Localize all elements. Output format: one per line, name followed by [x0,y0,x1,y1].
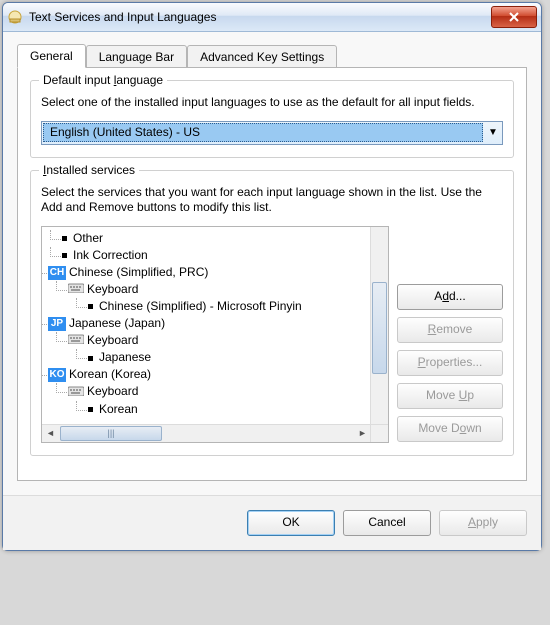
services-tree[interactable]: Other Ink Correction CHChinese (Simplifi… [41,226,389,443]
tree-layout[interactable]: Chinese (Simplified) - Microsoft Pinyin [88,298,388,315]
tree-lang[interactable]: CHChinese (Simplified, PRC) Keyboard Chi… [48,264,388,315]
titlebar[interactable]: Text Services and Input Languages [3,3,541,32]
lang-badge: KO [48,368,66,382]
tab-general[interactable]: General [17,44,86,68]
chevron-down-icon: ▼ [484,127,502,138]
default-lang-desc: Select one of the installed input langua… [41,95,503,111]
lang-badge: CH [48,266,66,280]
tree-layout[interactable]: Korean [88,401,388,418]
vertical-scrollbar[interactable] [370,227,388,424]
group-installed-services: Installed services Select the services t… [30,170,514,456]
default-language-selected: English (United States) - US [43,123,483,142]
cancel-button[interactable]: Cancel [343,510,431,536]
dialog-footer: OK Cancel Apply [3,495,541,550]
scroll-corner [370,424,388,442]
group-title: Installed services [39,163,139,177]
tree-lang[interactable]: KOKorean (Korea) Keyboard Korean [48,366,388,417]
app-icon [7,9,23,25]
dialog-body: General Language Bar Advanced Key Settin… [3,32,541,495]
installed-desc: Select the services that you want for ea… [41,185,503,216]
tab-panel-general: Default input language Select one of the… [17,67,527,481]
horizontal-scrollbar[interactable]: ◄ ||| ► [42,424,371,442]
tree-item[interactable]: Other [62,230,388,247]
group-title: Default input language [39,73,167,87]
tab-strip: General Language Bar Advanced Key Settin… [17,44,527,68]
move-up-button[interactable]: Move Up [397,383,503,409]
properties-button[interactable]: Properties... [397,350,503,376]
group-default-input-language: Default input language Select one of the… [30,80,514,158]
tree-item[interactable]: Ink Correction [62,247,388,264]
tab-advanced-key[interactable]: Advanced Key Settings [187,45,337,69]
tree-keyboard[interactable]: Keyboard Korean [68,383,388,417]
add-button[interactable]: Add... [397,284,503,310]
remove-button[interactable]: Remove [397,317,503,343]
ok-button[interactable]: OK [247,510,335,536]
tree-lang[interactable]: JPJapanese (Japan) Keyboard Japanese [48,315,388,366]
tab-language-bar[interactable]: Language Bar [86,45,187,69]
window-title: Text Services and Input Languages [29,10,491,24]
tree-keyboard[interactable]: Keyboard Japanese [68,332,388,366]
tree-keyboard[interactable]: Keyboard Chinese (Simplified) - Microsof… [68,281,388,315]
keyboard-icon [68,332,84,349]
dialog-window: Text Services and Input Languages Genera… [2,2,542,551]
services-button-column: Add... Remove Properties... Move Up Move… [397,226,503,443]
move-down-button[interactable]: Move Down [397,416,503,442]
close-button[interactable] [491,6,537,28]
lang-badge: JP [48,317,66,331]
keyboard-icon [68,281,84,298]
keyboard-icon [68,384,84,401]
default-language-dropdown[interactable]: English (United States) - US ▼ [41,121,503,145]
tree-layout[interactable]: Japanese [88,349,388,366]
close-icon [509,12,519,22]
apply-button[interactable]: Apply [439,510,527,536]
